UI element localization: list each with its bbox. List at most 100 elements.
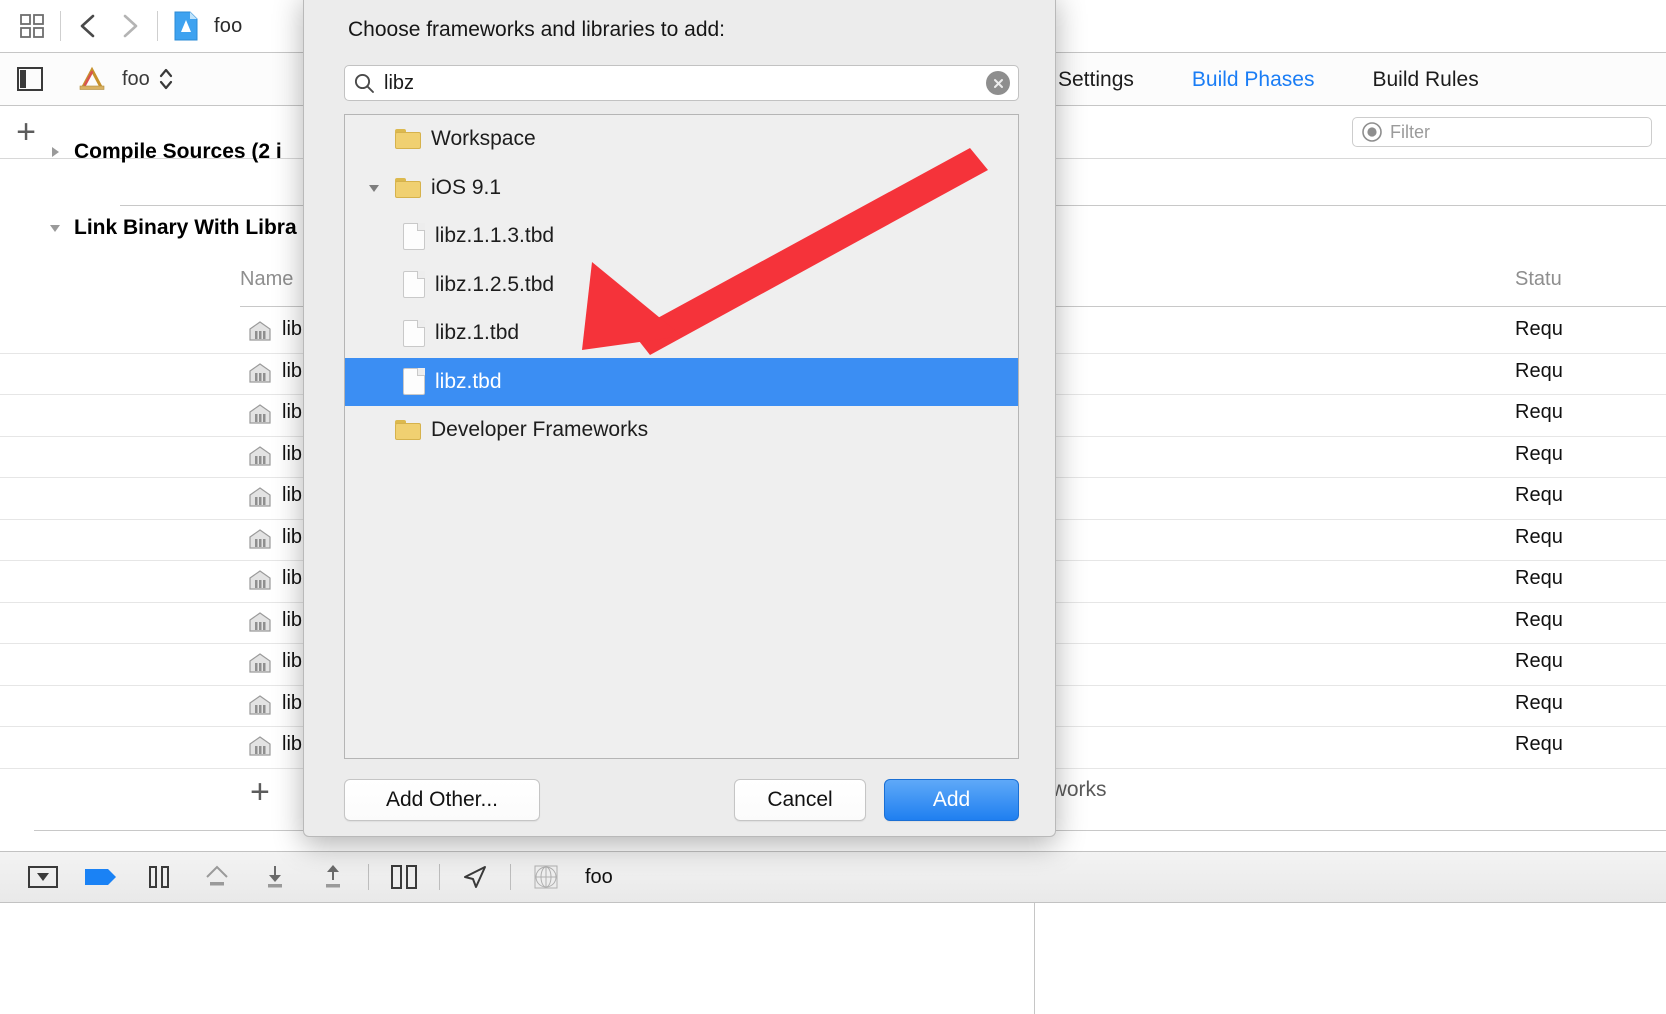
cancel-button[interactable]: Cancel	[734, 779, 866, 821]
show-debug-area-icon[interactable]	[14, 857, 72, 897]
column-header-status: Statu	[1515, 268, 1562, 290]
breakpoint-icon[interactable]	[72, 857, 130, 897]
library-status[interactable]: Requ	[1515, 443, 1563, 466]
framework-tree-list[interactable]: Workspace iOS 9.1 libz.1.1.3.tbd libz.1.…	[344, 114, 1019, 759]
list-item[interactable]: Workspace	[345, 115, 1018, 164]
list-item[interactable]: libz.1.2.5.tbd	[345, 261, 1018, 310]
forward-chevron-icon[interactable]	[109, 6, 149, 46]
app-document-icon[interactable]	[166, 6, 206, 46]
toolbar-divider-2	[157, 11, 158, 41]
pause-icon[interactable]	[130, 857, 188, 897]
xcode-ruler-icon[interactable]	[72, 59, 112, 99]
tab-build-rules[interactable]: Build Rules	[1372, 68, 1478, 92]
column-header-name: Name	[240, 268, 294, 290]
library-icon	[246, 401, 274, 429]
list-item-label: libz.1.1.3.tbd	[435, 224, 555, 248]
grid-icon[interactable]	[12, 6, 52, 46]
library-icon	[246, 526, 274, 554]
toolbar-divider	[60, 11, 61, 41]
library-icon	[246, 692, 274, 720]
phase-title-compile-sources: Compile Sources (2 i	[74, 140, 282, 163]
document-icon	[403, 319, 425, 347]
list-item-selected[interactable]: libz.tbd	[345, 357, 1018, 406]
library-icon	[246, 609, 274, 637]
list-item[interactable]: libz.1.1.3.tbd	[345, 212, 1018, 261]
library-name: lib	[282, 733, 303, 755]
editor-tabs: Settings Build Phases Build Rules	[1034, 53, 1479, 106]
folder-icon	[395, 177, 421, 198]
location-icon[interactable]	[446, 857, 504, 897]
chevron-right-icon[interactable]	[44, 141, 66, 163]
tab-settings[interactable]: Settings	[1058, 68, 1134, 92]
library-icon	[246, 443, 274, 471]
list-item-label: libz.tbd	[435, 369, 502, 393]
choose-frameworks-sheet: Choose frameworks and libraries to add: …	[303, 0, 1056, 837]
add-button[interactable]: Add	[884, 779, 1019, 821]
search-value: libz	[384, 71, 415, 94]
library-icon	[246, 733, 274, 761]
search-icon	[354, 73, 374, 93]
list-item[interactable]: iOS 9.1	[345, 164, 1018, 213]
xcode-window: foo foo Settings Build Phases Build Rule…	[0, 0, 1666, 1014]
folder-icon	[395, 420, 421, 441]
editor-area-left	[0, 903, 1035, 1014]
library-status[interactable]: Requ	[1515, 484, 1563, 507]
library-name: lib	[282, 484, 303, 506]
chevron-down-icon[interactable]	[44, 217, 66, 239]
memory-graph-icon[interactable]	[517, 857, 575, 897]
library-status[interactable]: Requ	[1515, 526, 1563, 549]
stepper-icon[interactable]	[158, 66, 174, 92]
search-input[interactable]: libz	[344, 65, 1019, 101]
editor-area-right	[1036, 903, 1666, 1014]
library-icon	[246, 360, 274, 388]
back-chevron-icon[interactable]	[69, 6, 109, 46]
list-item-label: Workspace	[431, 127, 536, 151]
library-icon	[246, 484, 274, 512]
scheme-indicator-label: foo	[585, 865, 613, 888]
add-library-button[interactable]: +	[250, 775, 270, 809]
list-item-label: libz.1.tbd	[435, 321, 520, 345]
library-status[interactable]: Requ	[1515, 360, 1563, 383]
debug-bottom-bar: foo	[0, 851, 1666, 903]
library-name: lib	[282, 608, 303, 631]
list-item[interactable]: libz.1.tbd	[345, 309, 1018, 358]
library-status[interactable]: Requ	[1515, 692, 1563, 715]
library-status[interactable]: Requ	[1515, 733, 1563, 756]
step-over-icon[interactable]	[188, 857, 246, 897]
library-status[interactable]: Requ	[1515, 318, 1563, 341]
library-status[interactable]: Requ	[1515, 609, 1563, 632]
library-name: lib	[282, 525, 303, 548]
document-icon	[403, 271, 425, 299]
library-icon	[246, 567, 274, 595]
scheme-name-label[interactable]: foo	[122, 68, 150, 91]
library-status[interactable]: Requ	[1515, 650, 1563, 673]
step-out-icon[interactable]	[304, 857, 362, 897]
library-name: lib	[282, 359, 303, 382]
library-status[interactable]: Requ	[1515, 567, 1563, 590]
sheet-title: Choose frameworks and libraries to add:	[348, 18, 726, 41]
library-name: lib	[282, 401, 303, 423]
step-into-icon[interactable]	[246, 857, 304, 897]
library-status[interactable]: Requ	[1515, 401, 1563, 424]
bottom-bar-divider	[368, 864, 369, 890]
document-icon	[403, 222, 425, 250]
library-icon	[246, 318, 274, 346]
list-item-label: libz.1.2.5.tbd	[435, 272, 555, 296]
folder-icon	[395, 129, 421, 150]
tab-build-phases[interactable]: Build Phases	[1192, 68, 1315, 92]
library-name: lib	[282, 442, 303, 465]
library-name: lib	[282, 318, 303, 340]
library-icon	[246, 650, 274, 678]
debug-view-hierarchy-icon[interactable]	[375, 857, 433, 897]
phase-title-link-binary: Link Binary With Libra	[74, 216, 297, 239]
list-item-label: Developer Frameworks	[431, 418, 649, 442]
chevron-down-icon[interactable]	[363, 180, 385, 196]
library-name: lib	[282, 691, 303, 714]
list-item[interactable]: Developer Frameworks	[345, 406, 1018, 455]
project-name-label: foo	[214, 14, 243, 37]
add-other-button[interactable]: Add Other...	[344, 779, 540, 821]
sidebar-toggle-icon[interactable]	[10, 59, 50, 99]
list-item-label: iOS 9.1	[431, 175, 502, 199]
clear-icon[interactable]	[986, 71, 1010, 95]
document-icon	[403, 368, 425, 396]
